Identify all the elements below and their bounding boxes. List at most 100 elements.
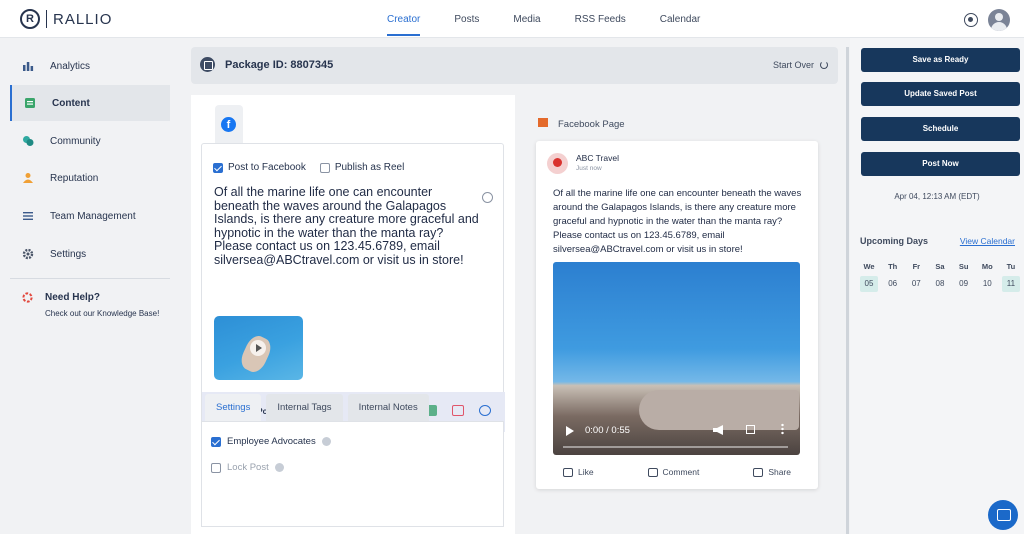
upcoming-days-title: Upcoming Days — [860, 236, 929, 246]
sidebar-item-content[interactable]: Content — [10, 85, 170, 121]
tab-internal-tags[interactable]: Internal Tags — [266, 394, 343, 421]
bar-chart-icon — [23, 62, 34, 71]
globe-icon[interactable] — [964, 13, 978, 27]
publish-as-reel-checkbox[interactable]: Publish as Reel — [319, 162, 405, 173]
refresh-icon — [820, 61, 828, 69]
package-bar: Package ID: 8807345 Start Over — [191, 47, 838, 84]
sidebar-item-community[interactable]: Community — [10, 123, 170, 159]
video-controls: 0:00 / 0:55 — [553, 415, 800, 455]
weekday: Sa — [935, 262, 945, 271]
save-as-ready-button[interactable]: Save as Ready — [861, 48, 1020, 72]
nav-creator[interactable]: Creator — [375, 0, 432, 38]
package-icon — [200, 57, 215, 72]
logo[interactable]: R RALLIO — [20, 9, 112, 29]
calendar-date[interactable]: 07 — [907, 276, 925, 292]
share-icon — [753, 467, 764, 477]
preview-text: Of all the marine life one can encounter… — [553, 188, 802, 255]
help-link[interactable]: Need Help? Check out our Knowledge Base! — [22, 292, 159, 318]
video-icon[interactable] — [452, 405, 464, 416]
weekday: Mo — [981, 262, 993, 271]
sidebar-item-settings[interactable]: Settings — [10, 236, 170, 272]
post-to-facebook-checkbox[interactable]: Post to Facebook — [213, 162, 306, 173]
calendar-date[interactable]: 11 — [1001, 276, 1020, 292]
sidebar-divider — [10, 278, 170, 279]
top-bar: R RALLIO Creator Posts Media RSS Feeds C… — [0, 0, 1024, 38]
right-panel: Save as Ready Update Saved Post Schedule… — [850, 38, 1024, 534]
info-icon[interactable] — [321, 437, 331, 446]
schedule-button[interactable]: Schedule — [861, 117, 1020, 141]
nav-media[interactable]: Media — [501, 0, 552, 38]
comment-icon — [647, 467, 658, 477]
preview-page-label: Facebook Page — [558, 119, 625, 130]
video-thumbnail[interactable] — [214, 316, 303, 380]
lock-post-checkbox[interactable]: Lock Post — [211, 462, 284, 473]
help-title: Need Help? — [45, 292, 101, 303]
update-saved-post-button[interactable]: Update Saved Post — [861, 82, 1020, 106]
post-options: Post to Facebook Publish as Reel — [213, 162, 404, 173]
scrollbar[interactable] — [846, 47, 849, 534]
share-button[interactable]: Share — [753, 467, 791, 477]
tab-settings[interactable]: Settings — [205, 394, 262, 421]
calendar-date[interactable]: 05 — [860, 276, 878, 292]
post-time: Just now — [576, 165, 602, 172]
account-name: ABC Travel — [576, 153, 619, 163]
calendar-date[interactable]: 08 — [931, 276, 949, 292]
logo-separator — [46, 10, 47, 28]
weekday: Su — [958, 262, 969, 271]
like-button[interactable]: Like — [562, 467, 594, 477]
sidebar-item-analytics[interactable]: Analytics — [10, 48, 170, 84]
employee-advocates-checkbox[interactable]: Employee Advocates — [211, 436, 331, 447]
comment-button[interactable]: Comment — [647, 467, 700, 477]
thumbs-up-icon — [562, 467, 573, 477]
play-icon — [250, 340, 266, 356]
calendar-date[interactable]: 09 — [955, 276, 973, 292]
calendar-date[interactable]: 06 — [884, 276, 902, 292]
video-progress-bar[interactable] — [563, 446, 788, 448]
fullscreen-icon[interactable] — [746, 425, 755, 434]
employee-advocates-label: Employee Advocates — [227, 436, 316, 447]
emoji-icon[interactable] — [482, 192, 493, 203]
video-player[interactable]: 0:00 / 0:55 — [553, 262, 800, 455]
comment-label: Comment — [662, 467, 700, 477]
play-icon[interactable] — [566, 426, 574, 436]
nav-rss-feeds[interactable]: RSS Feeds — [563, 0, 638, 38]
checkbox-checked — [211, 436, 221, 447]
chat-bubbles-icon — [23, 136, 34, 146]
gear-icon — [22, 248, 34, 260]
calendar-date[interactable]: 10 — [978, 276, 996, 292]
account-avatar — [547, 153, 568, 174]
more-options-icon[interactable] — [781, 423, 784, 435]
settings-panel: Employee Advocates Lock Post — [201, 421, 504, 527]
sidebar-item-reputation[interactable]: Reputation — [10, 160, 170, 196]
user-avatar[interactable] — [988, 9, 1010, 31]
current-datetime: Apr 04, 12:13 AM (EDT) — [894, 192, 980, 201]
view-calendar-link[interactable]: View Calendar — [960, 236, 1015, 246]
weekday: Th — [888, 262, 898, 271]
post-text-input[interactable]: Of all the marine life one can encounter… — [214, 185, 479, 267]
link-icon[interactable] — [479, 405, 491, 416]
flag-icon — [538, 118, 548, 127]
tab-internal-notes[interactable]: Internal Notes — [347, 394, 429, 421]
help-subtitle: Check out our Knowledge Base! — [45, 309, 160, 318]
start-over-button[interactable]: Start Over — [773, 60, 828, 70]
top-nav: Creator Posts Media RSS Feeds Calendar — [375, 0, 722, 38]
editor-panel: f Post to Facebook Publish as Reel Of al… — [191, 95, 515, 534]
sidebar-item-label: Team Management — [50, 210, 136, 222]
sidebar-item-label: Analytics — [50, 60, 91, 72]
nav-calendar[interactable]: Calendar — [648, 0, 713, 38]
content-icon — [25, 98, 35, 108]
editor-tabs: Settings Internal Tags Internal Notes — [205, 394, 429, 421]
checkbox-unchecked — [319, 162, 330, 173]
post-now-button[interactable]: Post Now — [861, 152, 1020, 176]
upcoming-dates: 05 06 07 08 09 10 11 — [860, 276, 1020, 292]
like-label: Like — [577, 467, 594, 477]
chat-support-icon[interactable] — [988, 500, 1018, 530]
nav-posts[interactable]: Posts — [442, 0, 491, 38]
facebook-tab[interactable]: f — [215, 105, 243, 143]
logo-text: RALLIO — [53, 10, 113, 28]
publish-as-reel-label: Publish as Reel — [334, 162, 405, 173]
sidebar-item-team-management[interactable]: Team Management — [10, 198, 170, 234]
info-icon[interactable] — [274, 463, 284, 472]
volume-icon[interactable] — [713, 425, 723, 435]
list-icon — [23, 212, 33, 220]
